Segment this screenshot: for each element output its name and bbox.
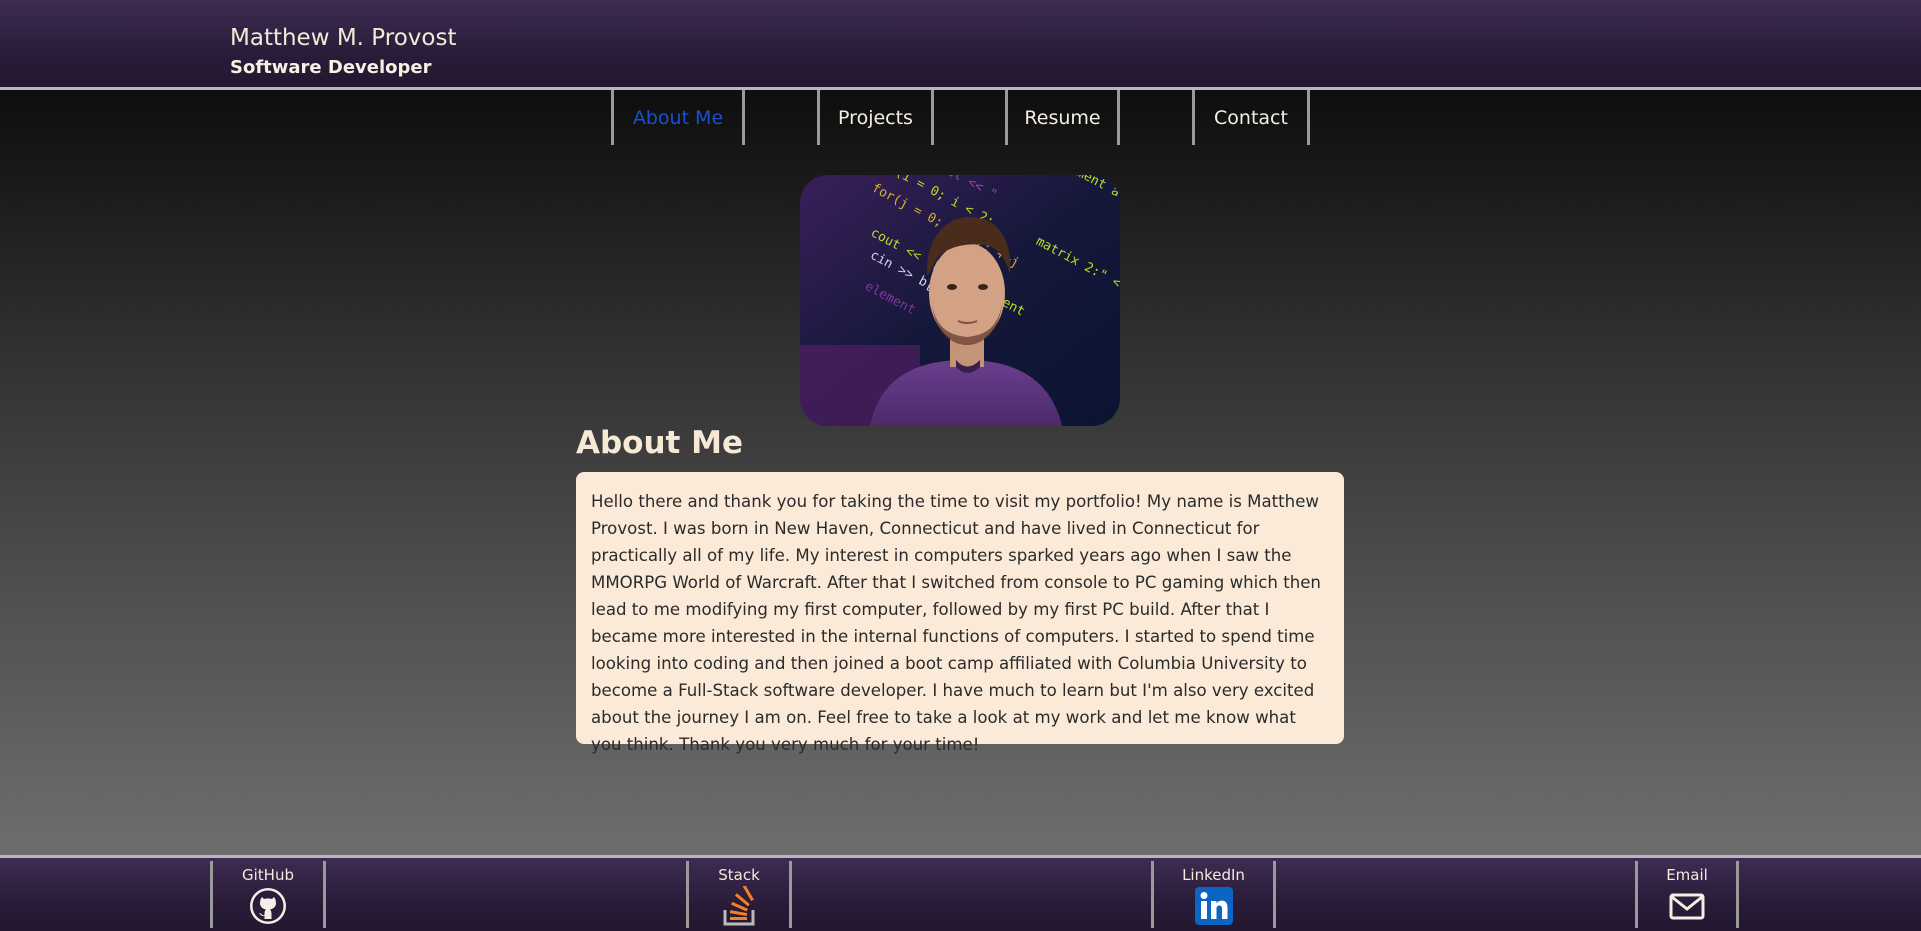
linkedin-icon bbox=[1194, 887, 1233, 925]
footer-link-linkedin[interactable]: LinkedIn bbox=[1151, 861, 1276, 928]
email-icon bbox=[1669, 893, 1705, 920]
footer-link-stack[interactable]: Stack bbox=[686, 861, 792, 928]
nav-resume[interactable]: Resume bbox=[1005, 90, 1120, 145]
nav-projects[interactable]: Projects bbox=[817, 90, 934, 145]
nav-contact[interactable]: Contact bbox=[1192, 90, 1310, 145]
footer-label-stack: Stack bbox=[718, 866, 760, 884]
about-me-card: Hello there and thank you for taking the… bbox=[576, 472, 1344, 754]
stackoverflow-icon bbox=[723, 886, 755, 926]
main-nav: About Me Projects Resume Contact bbox=[0, 90, 1921, 146]
about-me-text: Hello there and thank you for taking the… bbox=[591, 492, 1321, 754]
site-owner-title: Software Developer bbox=[230, 57, 432, 78]
nav-about-me[interactable]: About Me bbox=[611, 90, 745, 145]
footer-label-email: Email bbox=[1666, 866, 1708, 884]
about-me-heading: About Me bbox=[576, 425, 744, 461]
profile-photo: cout << endl << " for(i = 0; i < 2; for(… bbox=[800, 175, 1120, 426]
footer-link-github[interactable]: GitHub bbox=[210, 861, 326, 928]
footer-label-linkedin: LinkedIn bbox=[1182, 866, 1245, 884]
profile-photo-image: cout << endl << " for(i = 0; i < 2; for(… bbox=[800, 175, 1120, 426]
footer-link-email[interactable]: Email bbox=[1635, 861, 1739, 928]
site-owner-name: Matthew M. Provost bbox=[230, 25, 457, 51]
site-footer: GitHub Stack LinkedIn Email bbox=[0, 855, 1921, 931]
site-header: Matthew M. Provost Software Developer bbox=[0, 0, 1921, 90]
github-icon bbox=[250, 888, 286, 924]
footer-label-github: GitHub bbox=[242, 866, 294, 884]
